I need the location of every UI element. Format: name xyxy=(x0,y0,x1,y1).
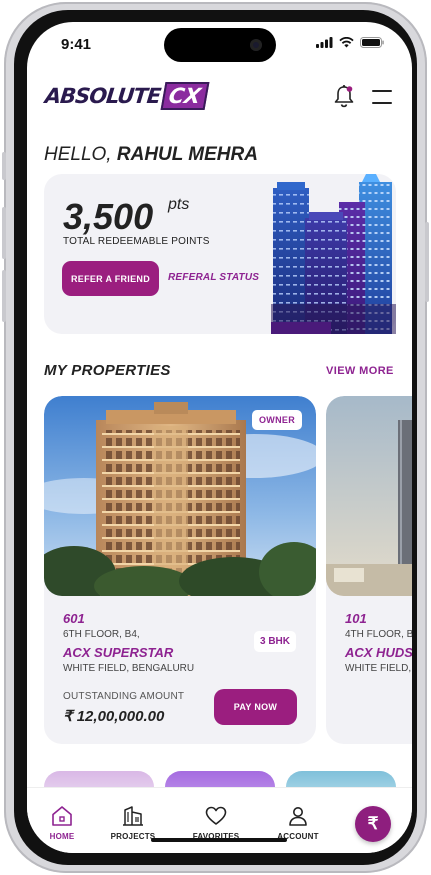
user-icon xyxy=(289,807,307,826)
tab-favorites[interactable]: FAVORITES xyxy=(181,804,251,841)
bhk-badge: 3 BHK xyxy=(254,631,297,652)
home-indicator xyxy=(151,838,287,842)
brand-logo[interactable]: ABSOLUTE CX xyxy=(43,82,210,110)
unit-number: 601 xyxy=(63,611,85,626)
brand-name: ABSOLUTE xyxy=(43,84,162,108)
view-more-link[interactable]: VIEW MORE xyxy=(326,365,394,377)
bottom-tab-bar: HOME PROJECTS FAVORITES ACCOUNT ₹ xyxy=(27,787,412,853)
property-name: ACX SUPERSTAR xyxy=(63,645,174,660)
points-unit: pts xyxy=(168,196,190,213)
tab-projects[interactable]: PROJECTS xyxy=(98,804,168,841)
floor-info: 4TH FLOOR, B xyxy=(345,629,412,640)
wifi-icon xyxy=(339,37,354,48)
app-screen: 9:41 ABSOLUTE CX HELLO, RAHUL MEHRA 3,50… xyxy=(27,22,412,853)
refer-friend-button[interactable]: REFER A FRIEND xyxy=(62,261,159,296)
phone-frame: 9:41 ABSOLUTE CX HELLO, RAHUL MEHRA 3,50… xyxy=(2,2,429,873)
cellular-signal-icon xyxy=(316,37,333,48)
volume-down-button xyxy=(2,270,6,322)
building-icon xyxy=(123,806,143,826)
dynamic-island xyxy=(164,28,276,62)
power-button xyxy=(425,222,429,302)
owner-badge: OWNER xyxy=(252,410,302,430)
points-card: 3,500 pts TOTAL REDEEMABLE POINTS REFER … xyxy=(44,174,396,334)
user-name: RAHUL MEHRA xyxy=(116,144,258,165)
greeting-prefix: HELLO, xyxy=(44,144,112,165)
battery-icon xyxy=(360,37,384,48)
tab-label: HOME xyxy=(49,832,75,841)
rupee-payment-button[interactable]: ₹ xyxy=(355,806,391,842)
section-title: MY PROPERTIES xyxy=(44,362,171,379)
home-icon xyxy=(52,806,72,826)
points-label: TOTAL REDEEMABLE POINTS xyxy=(63,236,210,247)
property-card[interactable]: OWNER 601 6TH FLOOR, B4, ACX SUPERSTAR W… xyxy=(44,396,316,744)
tab-label: PROJECTS xyxy=(110,832,156,841)
tab-account[interactable]: ACCOUNT xyxy=(263,804,333,841)
camera-icon xyxy=(250,39,262,51)
floor-info: 6TH FLOOR, B4, xyxy=(63,629,140,640)
status-time: 9:41 xyxy=(61,36,92,53)
property-image xyxy=(326,396,412,596)
referral-status-link[interactable]: REFERAL STATUS xyxy=(168,272,259,283)
points-value: 3,500 xyxy=(63,196,154,237)
property-card[interactable]: 101 4TH FLOOR, B ACX HUDS WHITE FIELD, B xyxy=(326,396,412,744)
pay-now-button[interactable]: PAY NOW xyxy=(214,689,297,725)
tab-home[interactable]: HOME xyxy=(27,804,97,841)
brand-suffix: CX xyxy=(160,82,210,110)
unit-number: 101 xyxy=(345,611,367,626)
property-location: WHITE FIELD, B xyxy=(345,663,412,674)
hamburger-menu-icon[interactable] xyxy=(372,90,392,104)
property-name: ACX HUDS xyxy=(345,645,412,660)
outstanding-amount: ₹ 12,00,000.00 xyxy=(63,708,165,725)
rupee-icon: ₹ xyxy=(367,814,379,833)
status-icons xyxy=(316,37,384,48)
volume-up-button xyxy=(2,207,6,259)
property-location: WHITE FIELD, BENGALURU xyxy=(63,663,195,674)
heart-icon xyxy=(205,806,227,825)
outstanding-label: OUTSTANDING AMOUNT xyxy=(63,691,185,702)
bell-icon[interactable] xyxy=(333,84,355,108)
building-photo xyxy=(326,396,412,596)
greeting: HELLO, RAHUL MEHRA xyxy=(44,144,258,166)
mute-switch xyxy=(2,152,6,180)
city-towers-illustration xyxy=(271,174,396,334)
